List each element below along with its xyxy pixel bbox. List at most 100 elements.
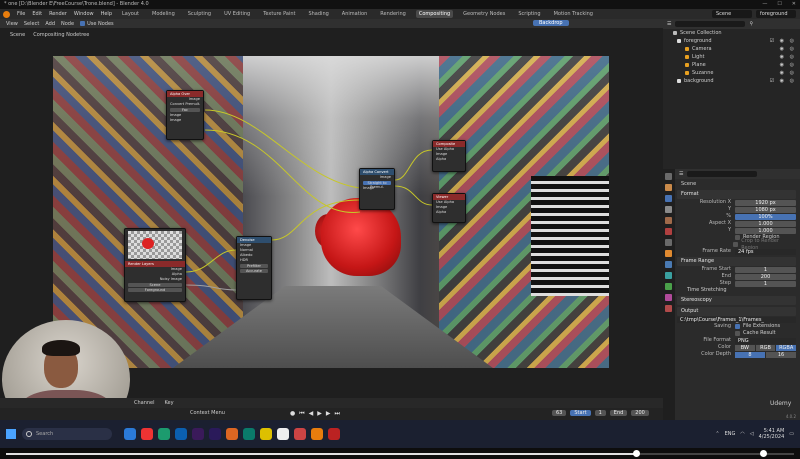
node-viewer[interactable]: Viewer Use Alpha Image Alpha xyxy=(432,193,466,223)
photos-app-icon[interactable] xyxy=(141,428,153,440)
file-format-dropdown[interactable]: PNG xyxy=(735,337,796,344)
section-format[interactable]: Format xyxy=(677,190,796,199)
aspect-y-field[interactable]: 1.000 xyxy=(735,227,796,234)
progress-handle[interactable] xyxy=(633,450,640,457)
record-icon[interactable]: ● xyxy=(290,410,295,418)
modifier-tab-icon[interactable] xyxy=(665,261,672,268)
depth-8-option[interactable]: 8 xyxy=(735,351,765,358)
outliner-item-foreground[interactable]: foreground ☑ ◉ ◎ xyxy=(663,37,800,45)
crop-region-checkbox[interactable] xyxy=(733,242,739,247)
visibility-icons[interactable]: ◉ ◎ xyxy=(780,61,796,69)
node-denoise[interactable]: Denoise Image Normal Albedo HDR Prefilte… xyxy=(236,236,272,300)
browser-app-icon[interactable] xyxy=(124,428,136,440)
cache-result-checkbox[interactable] xyxy=(735,331,740,336)
close-button[interactable]: ✕ xyxy=(792,0,796,9)
taskbar-search-input[interactable]: Search xyxy=(22,428,112,440)
outliner-search-input[interactable] xyxy=(675,21,746,27)
wifi-icon[interactable]: ◠ xyxy=(740,431,744,437)
scene-selector[interactable]: Scene xyxy=(712,10,752,18)
end-frame-field[interactable]: 200 xyxy=(631,410,649,416)
chat-app-icon[interactable] xyxy=(243,428,255,440)
outliner-item-light[interactable]: Light ◉ ◎ xyxy=(663,53,800,61)
visibility-icons[interactable]: ☑ ◉ ◎ xyxy=(770,77,796,85)
section-output[interactable]: Output xyxy=(677,307,796,316)
scene-tab-icon[interactable] xyxy=(665,217,672,224)
color-bw-option[interactable]: BW xyxy=(735,344,755,351)
aspect-x-field[interactable]: 1.000 xyxy=(735,220,796,227)
jump-start-icon[interactable]: ⏮ xyxy=(299,410,304,418)
after-effects-app-icon[interactable] xyxy=(192,428,204,440)
depth-16-option[interactable]: 16 xyxy=(766,351,796,358)
fac-field[interactable]: Fac xyxy=(170,108,200,112)
filter-icon[interactable]: ⚲ xyxy=(749,21,753,27)
start-frame-field[interactable]: 1 xyxy=(594,410,606,416)
premiere-app-icon[interactable] xyxy=(209,428,221,440)
section-stereoscopy[interactable]: Stereoscopy xyxy=(677,296,796,305)
outliner-item-camera[interactable]: Camera ◉ ◎ xyxy=(663,45,800,53)
resolution-pct-field[interactable]: 100% xyxy=(735,213,796,220)
properties-search-input[interactable] xyxy=(687,171,758,177)
menu-key[interactable]: Key xyxy=(165,400,174,406)
maximize-button[interactable]: ☐ xyxy=(777,0,781,9)
accurate-dropdown[interactable]: Accurate xyxy=(240,269,268,273)
node-render-layers[interactable]: Render Layers Image Alpha Noisy Image Sc… xyxy=(124,228,186,302)
tray-chevron-icon[interactable]: ⌃ xyxy=(715,431,719,437)
node-alpha-over[interactable]: Alpha Over Image Convert Premult. Fac Im… xyxy=(166,90,204,140)
texture-tab-icon[interactable] xyxy=(665,305,672,312)
resolution-x-field[interactable]: 1920 px xyxy=(735,199,796,206)
frame-end-field[interactable]: 200 xyxy=(735,273,796,280)
chrome-app-icon[interactable] xyxy=(277,428,289,440)
section-frame-range[interactable]: Frame Range xyxy=(677,257,796,266)
menu-channel[interactable]: Channel xyxy=(134,400,155,406)
prefilter-dropdown[interactable]: Prefilter xyxy=(240,264,268,268)
resolution-y-field[interactable]: 1080 px xyxy=(735,206,796,213)
color-rgba-option[interactable]: RGBA xyxy=(776,344,797,351)
color-rgb-option[interactable]: RGB xyxy=(755,344,776,351)
viewlayer-selector[interactable]: foreground xyxy=(756,10,796,18)
frame-start-field[interactable]: 1 xyxy=(735,266,796,273)
view-layer-tab-icon[interactable] xyxy=(665,206,672,213)
volume-icon[interactable]: ◁ xyxy=(750,431,754,437)
render-region-checkbox[interactable] xyxy=(735,235,740,240)
video-progress-bar[interactable] xyxy=(0,448,800,459)
notification-icon[interactable]: ▭ xyxy=(789,431,794,437)
crop-region-row[interactable]: Crop to Render Region xyxy=(677,238,796,251)
visibility-icons[interactable]: ◉ ◎ xyxy=(780,53,796,61)
frame-step-field[interactable]: 1 xyxy=(735,280,796,287)
physics-tab-icon[interactable] xyxy=(665,283,672,290)
time-stretching-row[interactable]: Time Stretching xyxy=(677,287,796,294)
output-path-field[interactable]: C:\tmp\Course\Frames_1\Frames_ xyxy=(677,316,796,323)
progress-track[interactable] xyxy=(6,453,794,455)
media-app-icon[interactable] xyxy=(294,428,306,440)
visibility-icons[interactable]: ◉ ◎ xyxy=(780,45,796,53)
notes-app-icon[interactable] xyxy=(260,428,272,440)
outliner-item-scene-collection[interactable]: Scene Collection xyxy=(663,29,800,37)
node-composite[interactable]: Composite Use Alpha Image Alpha xyxy=(432,140,466,172)
output-tab-icon[interactable] xyxy=(665,195,672,202)
netflix-app-icon[interactable] xyxy=(226,428,238,440)
collection-tab-icon[interactable] xyxy=(665,239,672,246)
blender-app-icon[interactable] xyxy=(311,428,323,440)
file-extensions-checkbox[interactable] xyxy=(735,324,740,329)
outliner-display-mode-icon[interactable]: ☰ xyxy=(667,21,671,27)
render-tab-icon[interactable] xyxy=(665,184,672,191)
minimize-button[interactable]: — xyxy=(762,0,767,9)
visibility-icons[interactable]: ☑ ◉ ◎ xyxy=(770,37,796,45)
volume-handle[interactable] xyxy=(760,450,767,457)
node-alpha-convert[interactable]: Alpha Convert Image Straight to Premul. … xyxy=(359,168,395,210)
material-tab-icon[interactable] xyxy=(665,294,672,301)
tool-tab-icon[interactable] xyxy=(665,173,672,180)
properties-editor-icon[interactable]: ☰ xyxy=(679,171,683,177)
scene-dropdown[interactable]: Scene xyxy=(128,283,182,287)
visibility-icons[interactable]: ◉ ◎ xyxy=(780,69,796,77)
edge-app-icon[interactable] xyxy=(158,428,170,440)
photoshop-app-icon[interactable] xyxy=(175,428,187,440)
hdr-checkbox[interactable]: HDR xyxy=(237,258,271,263)
current-frame-field[interactable]: 63 xyxy=(552,410,567,416)
recorder-app-icon[interactable] xyxy=(328,428,340,440)
jump-end-icon[interactable]: ⏭ xyxy=(335,410,340,418)
outliner-item-background[interactable]: background ☑ ◉ ◎ xyxy=(663,77,800,85)
clock[interactable]: 5:41 AM 4/25/2024 xyxy=(759,428,785,440)
frame-rate-dropdown[interactable]: 24 fps xyxy=(735,248,796,255)
prev-keyframe-icon[interactable]: ◀ xyxy=(309,410,314,418)
